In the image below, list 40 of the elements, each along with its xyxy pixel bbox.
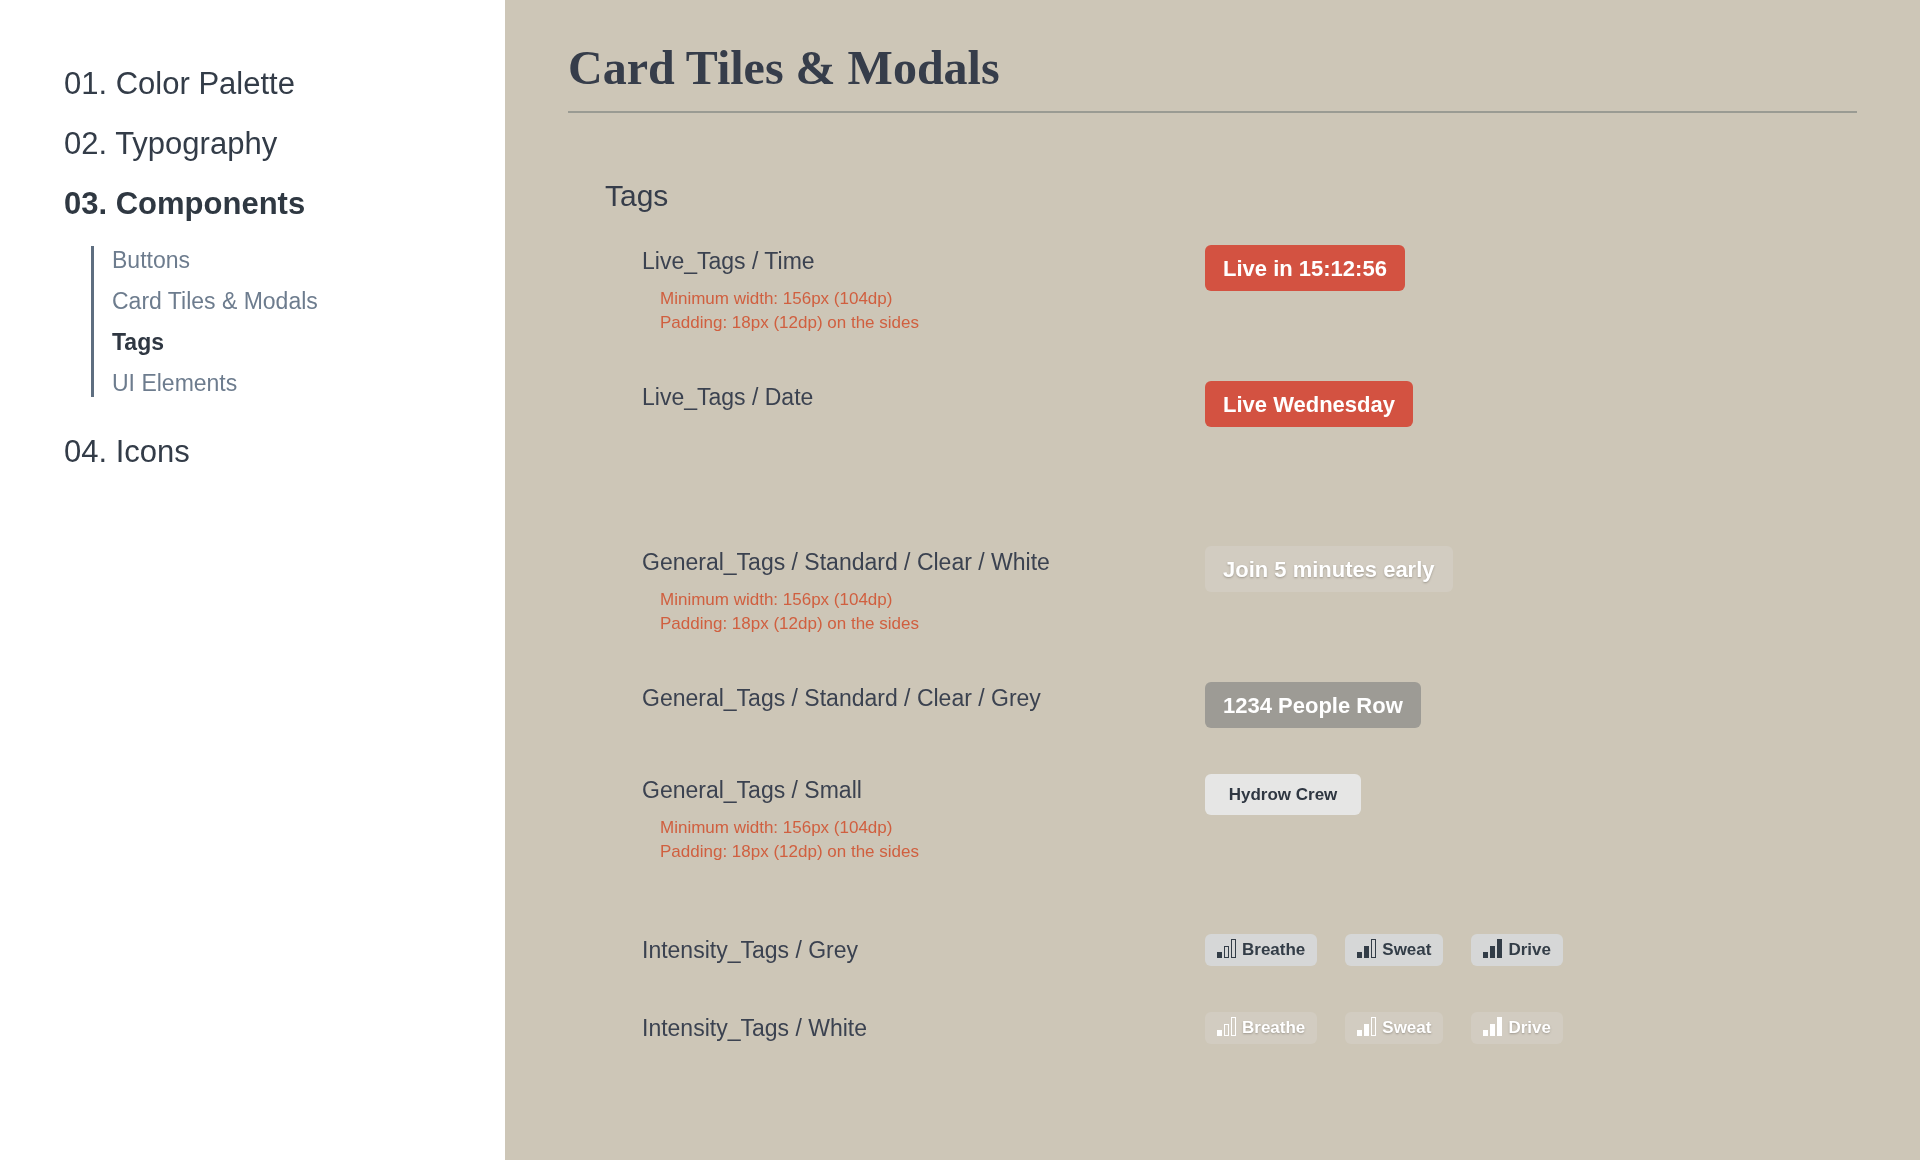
signal-bars-icon xyxy=(1357,1017,1377,1036)
live-tag: Live Wednesday xyxy=(1205,381,1413,427)
signal-bars-icon xyxy=(1483,1017,1503,1036)
subnav-link[interactable]: Buttons xyxy=(112,246,190,274)
subnav-link[interactable]: Card Tiles & Modals xyxy=(112,287,318,315)
signal-bars-icon xyxy=(1217,1017,1236,1036)
tag-label: Sweat xyxy=(1382,1018,1432,1038)
subnav-link[interactable]: UI Elements xyxy=(112,369,238,397)
spec-label: Intensity_Tags / Grey xyxy=(642,936,859,965)
spec-label: Live_Tags / Date xyxy=(642,383,814,412)
signal-bars-icon xyxy=(1483,939,1503,958)
spec-label: General_Tags / Standard / Clear / Grey xyxy=(642,684,1041,713)
spec-note: Padding: 18px (12dp) on the sides xyxy=(660,613,919,635)
spec-note: Minimum width: 156px (104dp) xyxy=(660,288,893,310)
spec-label: Live_Tags / Time xyxy=(642,247,815,276)
spec-note: Minimum width: 156px (104dp) xyxy=(660,817,893,839)
nav-link[interactable]: 01. Color Palette xyxy=(64,64,295,104)
signal-bars-icon xyxy=(1217,939,1236,958)
count-tag: 1234 People Row xyxy=(1205,682,1421,728)
nav-link[interactable]: 02. Typography xyxy=(64,124,278,164)
live-tag: Live in 15:12:56 xyxy=(1205,245,1405,291)
clear-tag: Join 5 minutes early xyxy=(1205,546,1453,592)
section-heading: Tags xyxy=(605,178,669,214)
tag-label: Sweat xyxy=(1382,940,1432,960)
tag-label: Breathe xyxy=(1242,940,1306,960)
nav-link[interactable]: 04. Icons xyxy=(64,432,190,472)
nav-link[interactable]: 03. Components xyxy=(64,184,306,224)
page-title: Card Tiles & Modals xyxy=(568,40,1000,96)
spec-label: General_Tags / Small xyxy=(642,776,862,805)
spec-label: Intensity_Tags / White xyxy=(642,1014,867,1043)
spec-label: General_Tags / Standard / Clear / White xyxy=(642,548,1050,577)
tag-label: Drive xyxy=(1508,1018,1551,1038)
tag-label: Drive xyxy=(1508,940,1551,960)
spec-note: Padding: 18px (12dp) on the sides xyxy=(660,841,919,863)
small-tag: Hydrow Crew xyxy=(1205,774,1361,815)
subnav-link[interactable]: Tags xyxy=(112,328,164,356)
spec-note: Minimum width: 156px (104dp) xyxy=(660,589,893,611)
signal-bars-icon xyxy=(1357,939,1377,958)
tag-label: Breathe xyxy=(1242,1018,1306,1038)
spec-note: Padding: 18px (12dp) on the sides xyxy=(660,312,919,334)
